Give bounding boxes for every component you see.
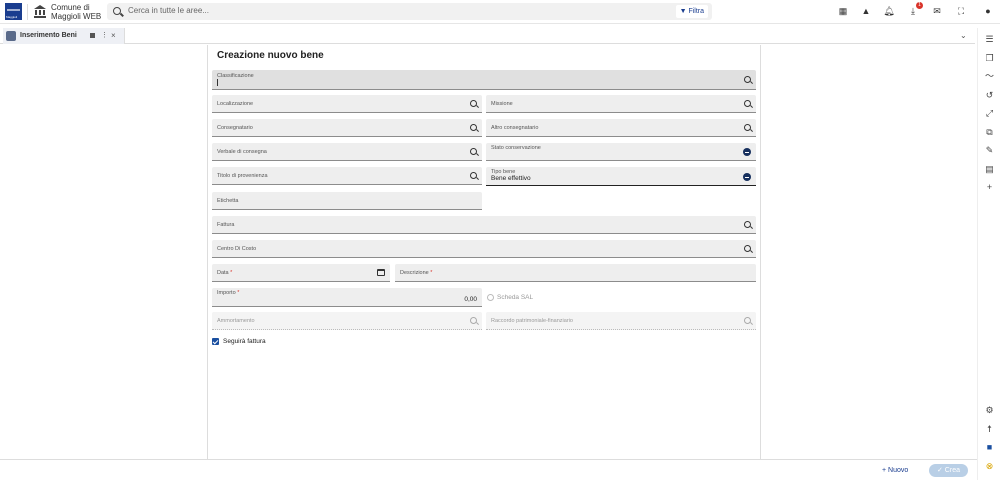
tab-inserimento-beni[interactable]: Inserimento Beni ⋮ × [3,28,125,44]
importo-field[interactable]: Importo * 0,00 [212,288,482,307]
search-icon[interactable] [470,148,477,155]
list-icon[interactable]: ☰ [984,34,995,45]
scheda-sal-checkbox[interactable] [487,294,494,301]
search-icon[interactable] [470,124,477,131]
search-input[interactable]: Cerca in tutte le aree... [128,6,209,15]
search-icon[interactable] [470,172,477,179]
nuovo-button[interactable]: + Nuovo [882,465,908,477]
user-icon[interactable]: ● [983,6,993,16]
calendar-icon[interactable] [377,269,385,276]
crea-button[interactable]: ✓ Crea [929,464,968,477]
search-icon[interactable] [744,100,751,107]
trend-icon[interactable]: 〜 [984,71,995,82]
classificazione-field[interactable]: Classificazione [212,70,756,90]
search-icon[interactable] [744,124,751,131]
document-icon[interactable]: ▤ [984,164,995,175]
search-icon[interactable] [744,76,751,83]
more-options-icon[interactable]: ⋮ [101,31,108,39]
descrizione-field[interactable]: Descrizione * [395,264,756,282]
chat-icon[interactable]: ■ [984,442,995,453]
accessibility-icon[interactable]: ☨ [984,424,995,435]
seguira-fattura-checkbox[interactable] [212,338,219,345]
support-icon[interactable]: ⊗ [984,461,995,472]
missione-field[interactable]: Missione [486,95,756,113]
ammortamento-field: Ammortamento [212,312,482,330]
search-icon [744,317,751,324]
add-icon[interactable]: + [984,182,995,193]
notification-badge: 1 [916,2,923,9]
page-title: Creazione nuovo bene [217,50,324,61]
top-bar: Maggioli Comune di Maggioli WEB Cerca in… [0,0,1000,24]
search-bar[interactable]: Cerca in tutte le aree... ▼ Filtra [107,3,712,20]
bell-icon[interactable]: 🔔︎ [883,6,894,16]
search-icon[interactable] [744,221,751,228]
stato-conservazione-select[interactable]: Stato conservazione [486,143,756,161]
history-icon[interactable]: ↺ [984,90,995,101]
link-icon[interactable]: ⤢ [984,108,995,119]
right-toolbar: ☰ ❐ 〜 ↺ ⤢ ⧉ ✎ ▤ + ⚙ ☨ ■ ⊗ [977,28,1000,480]
localizzazione-field[interactable]: Localizzazione [212,95,482,113]
gear-icon[interactable]: ⚙ [984,405,995,416]
consegnatario-field[interactable]: Consegnatario [212,119,482,137]
scheda-sal-label: Scheda SAL [497,294,534,301]
save-tab-icon[interactable] [90,33,95,38]
filter-button[interactable]: ▼ Filtra [675,5,708,18]
etichetta-field[interactable]: Etichetta [212,192,482,210]
warning-icon[interactable]: ▲ [861,6,871,16]
divider [27,4,28,20]
copy-icon[interactable]: ❐ [984,53,995,64]
dropdown-icon[interactable] [743,173,751,181]
footer-bar: + Nuovo ✓ Crea [0,459,977,480]
search-icon [113,7,121,15]
mail-icon[interactable]: ✉ [932,6,942,16]
fullscreen-icon[interactable]: ⛶ [956,6,966,16]
raccordo-field: Raccordo patrimoniale-finanziario [486,312,756,330]
centro-di-costo-field[interactable]: Centro Di Costo [212,240,756,258]
duplicate-icon[interactable]: ⧉ [984,127,995,138]
fattura-field[interactable]: Fattura [212,216,756,234]
verbale-consegna-field[interactable]: Verbale di consegna [212,143,482,161]
close-icon[interactable]: × [111,31,116,40]
edit-icon[interactable]: ✎ [984,145,995,156]
titolo-provenienza-field[interactable]: Titolo di provenienza [212,167,482,185]
seguira-fattura-label: Seguirà fattura [223,338,266,345]
data-field[interactable]: Data * [212,264,390,282]
chevron-down-icon[interactable]: ⌄ [960,31,967,40]
app-name[interactable]: Comune di Maggioli WEB [51,3,106,21]
dropdown-icon[interactable] [743,148,751,156]
tipo-bene-select[interactable]: Tipo bene Bene effettivo [486,167,756,186]
altro-consegnatario-field[interactable]: Altro consegnatario [486,119,756,137]
search-icon[interactable] [470,100,477,107]
maggioli-logo: Maggioli [5,3,22,20]
search-icon [470,317,477,324]
dashboard-icon[interactable]: ▦ [838,6,848,16]
module-icon [6,31,16,41]
tab-bar: Inserimento Beni ⋮ × ⌄ [0,28,975,44]
municipality-icon [34,5,46,18]
search-icon[interactable] [744,245,751,252]
